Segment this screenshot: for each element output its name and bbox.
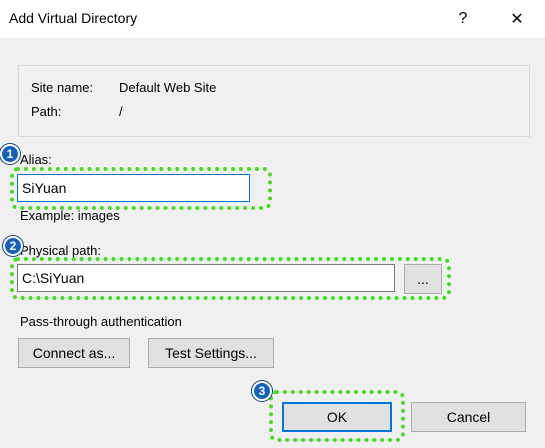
- site-name-value: Default Web Site: [119, 80, 217, 95]
- cancel-button[interactable]: Cancel: [411, 402, 526, 432]
- connect-as-label: Connect as...: [32, 345, 116, 361]
- close-button[interactable]: ✕: [494, 0, 540, 38]
- path-value: /: [119, 104, 123, 119]
- test-settings-button[interactable]: Test Settings...: [148, 338, 274, 368]
- cancel-label: Cancel: [446, 409, 491, 425]
- title-bar: Add Virtual Directory ? ✕: [0, 0, 545, 38]
- physical-path-input[interactable]: C:\SiYuan: [17, 264, 395, 292]
- help-icon: ?: [458, 10, 468, 27]
- window-title: Add Virtual Directory: [9, 10, 138, 26]
- physical-path-label: Physical path:: [20, 243, 101, 258]
- step-badge-1: 1: [0, 144, 20, 164]
- step-badge-3: 3: [252, 381, 272, 401]
- browse-button[interactable]: ...: [404, 264, 442, 294]
- site-info-box: Site name: Default Web Site Path: /: [18, 65, 530, 137]
- test-settings-label: Test Settings...: [165, 345, 257, 361]
- alias-input[interactable]: SiYuan: [17, 174, 250, 202]
- alias-example: Example: images: [20, 208, 120, 223]
- site-name-label: Site name:: [31, 80, 94, 95]
- browse-button-label: ...: [417, 271, 429, 287]
- auth-label: Pass-through authentication: [20, 314, 182, 329]
- alias-label: Alias:: [20, 152, 52, 167]
- step-badge-2: 2: [3, 236, 23, 256]
- path-label: Path:: [31, 104, 62, 119]
- ok-label: OK: [326, 409, 348, 425]
- connect-as-button[interactable]: Connect as...: [18, 338, 130, 368]
- ok-button[interactable]: OK: [282, 402, 392, 432]
- close-icon: ✕: [510, 11, 524, 28]
- help-button[interactable]: ?: [440, 0, 486, 38]
